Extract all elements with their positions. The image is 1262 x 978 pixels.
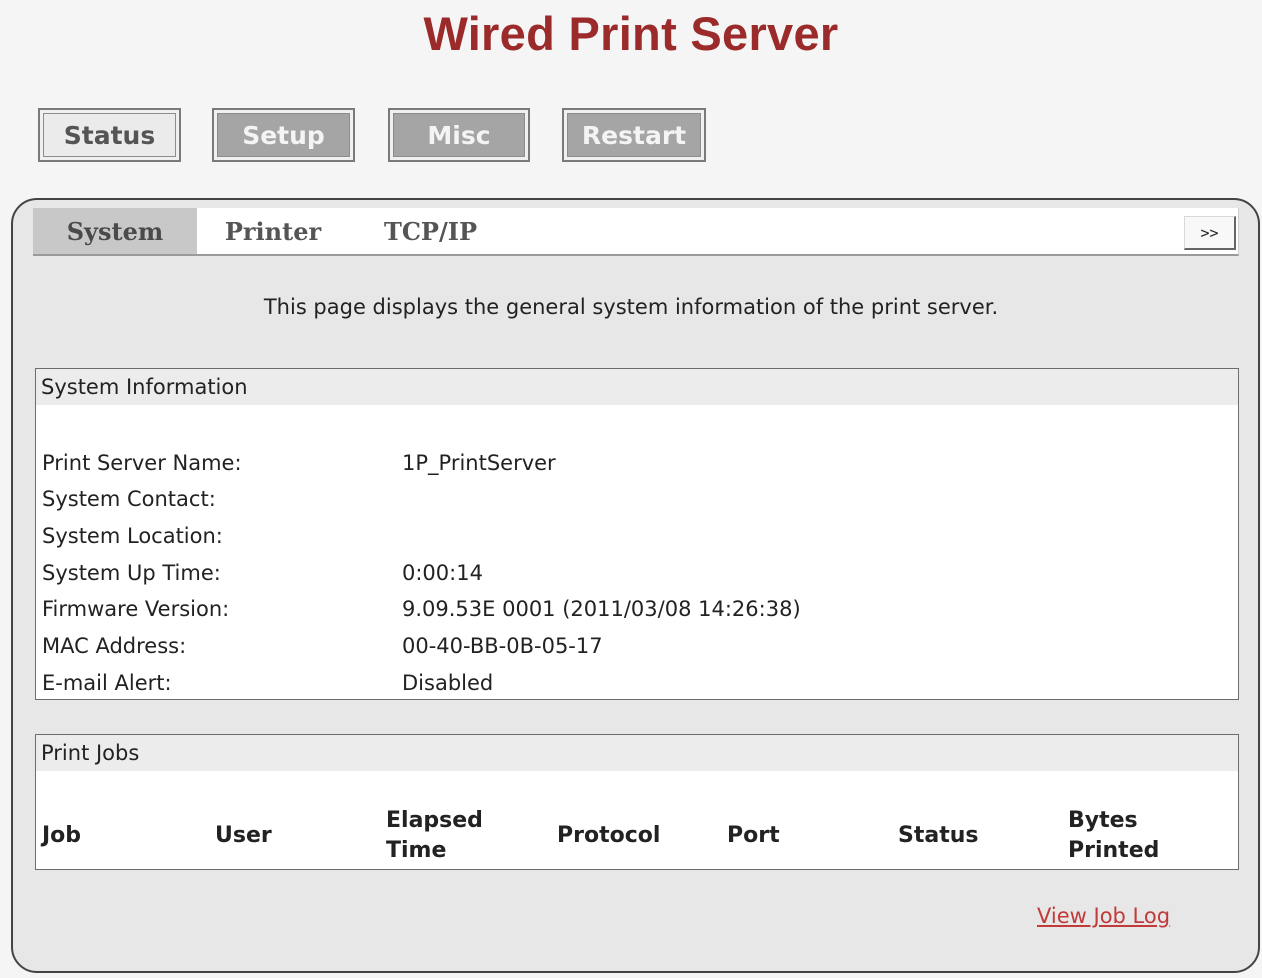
info-label: Print Server Name:	[42, 451, 242, 475]
column-header-status: Status	[898, 821, 978, 851]
info-value: 0:00:14	[402, 561, 483, 585]
sub-nav-bar: System Printer TCP/IP >>	[33, 208, 1239, 256]
column-header-protocol: Protocol	[557, 821, 660, 851]
print-jobs-header: Print Jobs	[36, 735, 1238, 771]
tab-printer[interactable]: Printer	[205, 208, 341, 254]
system-info-box: System Information Print Server Name: 1P…	[35, 368, 1239, 700]
nav-status-label: Status	[43, 113, 176, 157]
info-value: Disabled	[402, 671, 494, 695]
column-header-user: User	[215, 821, 272, 851]
info-value: 1P_PrintServer	[402, 451, 556, 475]
column-header-line: Status	[898, 823, 979, 848]
info-row-location: System Location:	[42, 519, 1232, 553]
column-header-line: Printed	[1068, 838, 1160, 863]
info-row-mac: MAC Address: 00-40-BB-0B-05-17	[42, 629, 1232, 663]
column-header-line: Job	[42, 823, 82, 848]
system-info-header: System Information	[36, 369, 1238, 405]
column-header-job: Job	[42, 821, 81, 851]
info-label: E-mail Alert:	[42, 671, 172, 695]
nav-misc-label: Misc	[393, 113, 525, 157]
column-header-line: Elapsed	[386, 808, 483, 833]
info-label: System Location:	[42, 524, 223, 548]
nav-restart-label: Restart	[567, 113, 701, 157]
info-label: System Up Time:	[42, 561, 221, 585]
nav-misc-button[interactable]: Misc	[388, 108, 530, 162]
info-row-contact: System Contact:	[42, 482, 1232, 516]
column-header-line: User	[215, 823, 272, 848]
column-header-line: Protocol	[557, 823, 661, 848]
info-row-server-name: Print Server Name: 1P_PrintServer	[42, 446, 1232, 480]
column-header-port: Port	[727, 821, 780, 851]
column-header-bytes-printed: Bytes Printed	[1068, 806, 1159, 866]
nav-restart-button[interactable]: Restart	[562, 108, 706, 162]
nav-status-button[interactable]: Status	[38, 108, 181, 162]
column-header-line: Port	[727, 823, 780, 848]
page-description: This page displays the general system in…	[263, 295, 999, 319]
column-header-line: Bytes	[1068, 808, 1138, 833]
page: Wired Print Server Status Setup Misc Res…	[0, 0, 1262, 978]
column-header-elapsed-time: Elapsed Time	[386, 806, 483, 866]
nav-setup-label: Setup	[217, 113, 350, 157]
column-header-line: Time	[386, 838, 447, 863]
info-label: MAC Address:	[42, 634, 187, 658]
tab-tcpip[interactable]: TCP/IP	[363, 208, 498, 254]
nav-setup-button[interactable]: Setup	[212, 108, 355, 162]
info-value: 00-40-BB-0B-05-17	[402, 634, 603, 658]
tab-system[interactable]: System	[33, 208, 197, 254]
info-row-email-alert: E-mail Alert: Disabled	[42, 666, 1232, 700]
view-job-log-link[interactable]: View Job Log	[1037, 904, 1170, 928]
page-title: Wired Print Server	[423, 7, 839, 60]
info-label: System Contact:	[42, 487, 216, 511]
info-row-firmware: Firmware Version: 9.09.53E 0001 (2011/03…	[42, 592, 1232, 626]
info-row-uptime: System Up Time: 0:00:14	[42, 556, 1232, 590]
info-label: Firmware Version:	[42, 597, 230, 621]
print-jobs-box: Print Jobs Job User Elapsed Time Protoco…	[35, 734, 1239, 870]
info-value: 9.09.53E 0001 (2011/03/08 14:26:38)	[402, 597, 801, 621]
more-tabs-button[interactable]: >>	[1184, 216, 1236, 250]
